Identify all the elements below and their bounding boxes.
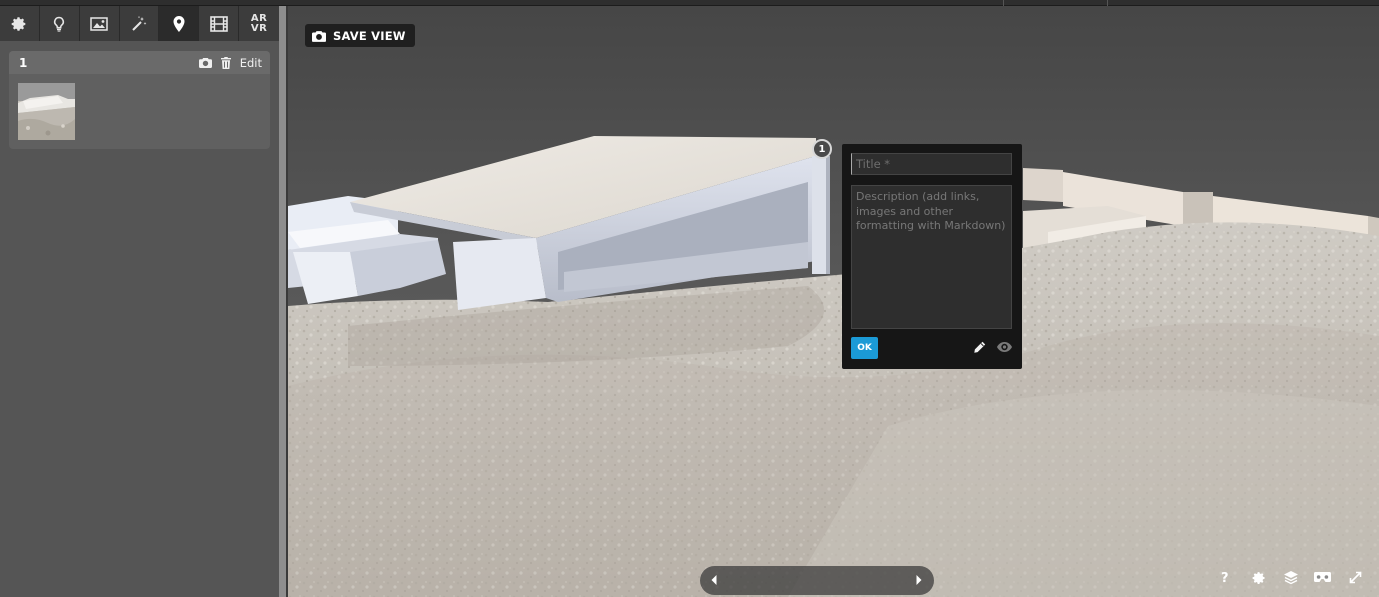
3d-scene-render (288, 6, 1379, 597)
magic-wand-icon[interactable] (119, 6, 160, 41)
panel-resize-handle[interactable] (279, 6, 288, 597)
pencil-icon[interactable] (973, 341, 986, 354)
map-pin-icon[interactable] (159, 6, 200, 41)
annotation-description-input[interactable] (851, 185, 1012, 329)
annotation-edit-link[interactable]: Edit (240, 56, 262, 70)
vr-headset-icon[interactable] (1314, 571, 1331, 583)
3d-viewport[interactable]: SAVE VIEW 1 OK ? (288, 6, 1379, 597)
sidebar: AR VR 1 Edit (0, 6, 279, 597)
editor-toolbar: AR VR (0, 6, 279, 41)
annotation-hotspot[interactable]: 1 (812, 139, 832, 159)
help-icon[interactable]: ? (1221, 571, 1229, 586)
annotation-thumbnail[interactable] (18, 83, 75, 140)
camera-icon (312, 30, 326, 42)
annotation-item[interactable]: 1 Edit (9, 51, 270, 149)
lightbulb-icon[interactable] (39, 6, 80, 41)
annotation-editor-popup: OK (842, 144, 1022, 369)
layers-icon[interactable] (1284, 571, 1298, 585)
image-icon[interactable] (79, 6, 120, 41)
chevron-left-icon[interactable] (710, 574, 718, 586)
chevron-right-icon[interactable] (915, 574, 923, 586)
annotation-header: 1 Edit (9, 51, 270, 74)
save-view-label: SAVE VIEW (333, 28, 406, 43)
annotation-title-input[interactable] (851, 153, 1012, 175)
app-window: AR VR 1 Edit SAVE VIEW 1 Title * Descrip… (0, 0, 1379, 597)
fullscreen-icon[interactable] (1349, 571, 1362, 584)
settings-icon[interactable] (1252, 571, 1266, 585)
eye-icon[interactable] (997, 342, 1012, 352)
save-view-button[interactable]: SAVE VIEW (305, 24, 415, 47)
gear-icon[interactable] (0, 6, 40, 41)
ar-vr-icon[interactable]: AR VR (239, 6, 279, 41)
annotation-number: 1 (19, 55, 28, 70)
ok-button[interactable]: OK (851, 337, 878, 359)
annotation-navigator (700, 566, 934, 595)
trash-icon[interactable] (220, 56, 231, 69)
camera-icon[interactable] (198, 57, 212, 68)
film-icon[interactable] (199, 6, 240, 41)
